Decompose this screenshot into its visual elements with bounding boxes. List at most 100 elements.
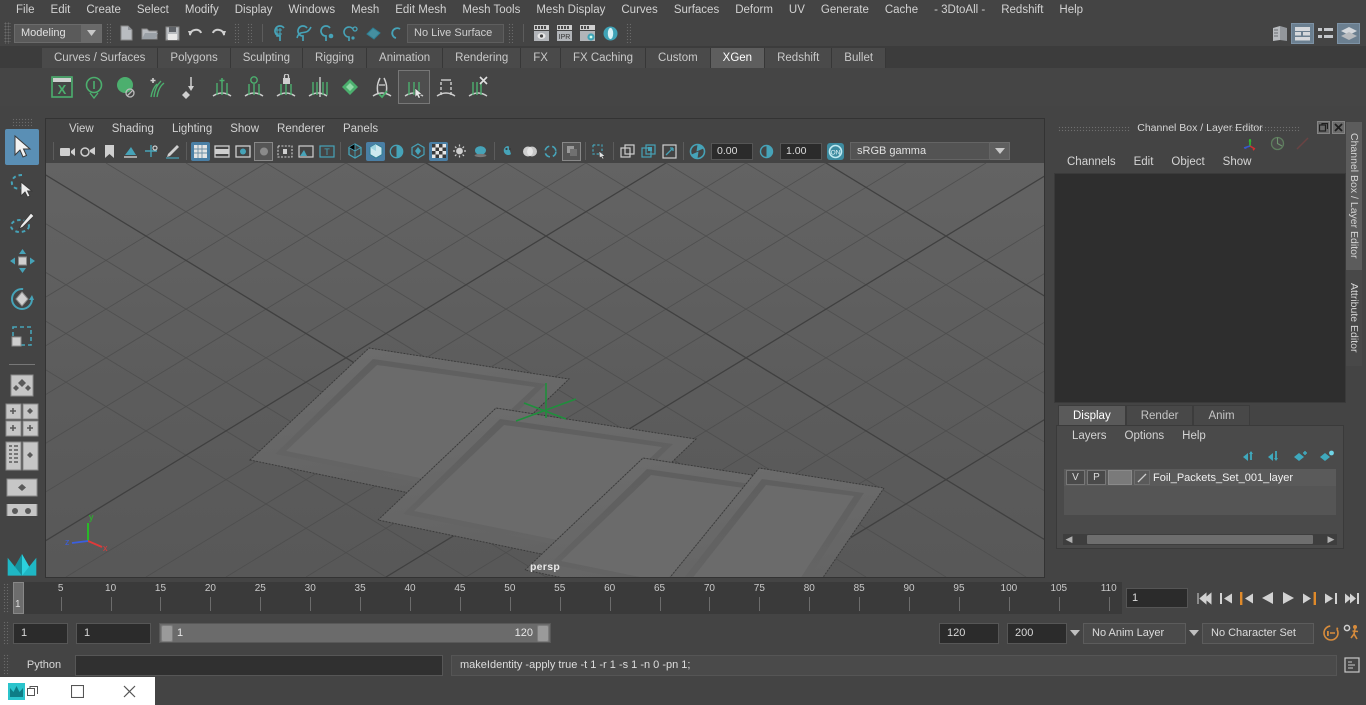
play-backwards-icon[interactable]	[1257, 587, 1278, 609]
snap-to-projected-center-icon[interactable]	[338, 23, 361, 44]
film-gate-icon[interactable]	[212, 142, 231, 161]
vertical-tab-channel-box[interactable]: Channel Box / Layer Editor	[1346, 122, 1362, 270]
tab-display[interactable]: Display	[1058, 405, 1126, 425]
shelf-tab-sculpting[interactable]: Sculpting	[230, 48, 304, 68]
screenshot-icon[interactable]	[660, 142, 679, 161]
motion-blur-icon[interactable]	[499, 142, 518, 161]
channel-box-toggle-icon[interactable]	[1337, 22, 1360, 44]
menu-create[interactable]: Create	[78, 0, 129, 20]
step-forward-key-icon[interactable]	[1299, 587, 1320, 609]
range-end-handle[interactable]	[537, 624, 549, 642]
menu-set-selector[interactable]: Modeling	[14, 23, 102, 43]
range-start-field[interactable]: 1	[76, 622, 151, 644]
grid-toggle-icon[interactable]	[191, 141, 210, 161]
snap-to-point-icon[interactable]	[315, 23, 338, 44]
persp-outliner-layout-icon[interactable]	[5, 402, 39, 438]
xgen-add-description-icon[interactable]	[142, 70, 174, 104]
hypershade-icon[interactable]	[599, 23, 622, 44]
viewport-menu-renderer[interactable]: Renderer	[268, 123, 334, 135]
2d-pan-zoom-icon[interactable]	[142, 142, 161, 161]
shaded-wireframe-icon[interactable]	[387, 142, 406, 161]
shelf-tab-fx[interactable]: FX	[521, 48, 561, 68]
scroll-left-icon[interactable]: ◀	[1063, 534, 1075, 545]
attribute-editor-toggle-icon[interactable]	[1314, 23, 1337, 44]
current-frame-field[interactable]: 1	[1126, 588, 1188, 608]
tab-anim[interactable]: Anim	[1193, 405, 1250, 425]
new-scene-icon[interactable]	[115, 23, 138, 44]
menu-windows[interactable]: Windows	[280, 0, 343, 20]
xgen-patch-icon[interactable]	[334, 70, 366, 104]
live-surface-field[interactable]: No Live Surface	[407, 23, 504, 43]
select-tool[interactable]	[5, 129, 39, 165]
channel-box-menu-channels[interactable]: Channels	[1058, 156, 1125, 168]
xray-joints-icon[interactable]	[618, 142, 637, 161]
viewport-menu-show[interactable]: Show	[221, 123, 268, 135]
anim-layer-select[interactable]: No Anim Layer	[1083, 622, 1186, 644]
scrollbar-thumb[interactable]	[1087, 535, 1313, 544]
scroll-right-icon[interactable]: ▶	[1325, 534, 1337, 545]
range-slider-grip[interactable]	[3, 621, 10, 645]
maximize-window-icon[interactable]	[52, 677, 104, 705]
time-slider-grip[interactable]	[3, 583, 10, 613]
menu-3dtoall[interactable]: - 3DtoAll -	[926, 0, 993, 20]
menu-modify[interactable]: Modify	[177, 0, 227, 20]
maya-app-icon[interactable]	[0, 677, 52, 705]
menu-surfaces[interactable]: Surfaces	[666, 0, 727, 20]
shelf-tab-custom[interactable]: Custom	[646, 48, 711, 68]
menu-mesh-tools[interactable]: Mesh Tools	[454, 0, 528, 20]
animation-start-field[interactable]: 1	[13, 622, 68, 644]
menu-edit-mesh[interactable]: Edit Mesh	[387, 0, 454, 20]
menu-file[interactable]: File	[8, 0, 43, 20]
toolbar-grip-4[interactable]	[508, 23, 513, 43]
color-management-toggle-icon[interactable]: ON	[826, 142, 845, 161]
panel-grip-right[interactable]	[1228, 126, 1300, 132]
snap-to-grid-icon[interactable]	[269, 23, 292, 44]
shelf-tab-bullet[interactable]: Bullet	[832, 48, 887, 68]
grease-pencil-icon[interactable]	[163, 142, 182, 161]
shelf-tab-redshift[interactable]: Redshift	[765, 48, 833, 68]
rotate-tool[interactable]	[5, 281, 39, 317]
textured-icon[interactable]	[408, 142, 427, 161]
channel-box-content[interactable]	[1054, 173, 1346, 403]
channel-box-menu-show[interactable]: Show	[1214, 156, 1261, 168]
panel-grip-left[interactable]	[1058, 126, 1130, 132]
animation-preferences-icon[interactable]	[1341, 622, 1362, 644]
toolbar-grip-5[interactable]	[626, 23, 631, 43]
time-slider-track[interactable]: 5 10 15 20 25 30 35 40 45 50 55 60 65 70…	[13, 582, 1122, 614]
make-live-icon[interactable]	[384, 23, 407, 44]
shaded-sphere-icon[interactable]	[1270, 136, 1285, 151]
outliner-icon[interactable]	[1268, 23, 1291, 44]
xgen-groom-add-icon[interactable]	[206, 70, 238, 104]
ipr-render-icon[interactable]: IPR	[553, 23, 576, 44]
step-back-key-icon[interactable]	[1236, 587, 1257, 609]
snap-to-view-plane-icon[interactable]	[361, 23, 384, 44]
create-layer-from-selected-icon[interactable]	[1319, 450, 1335, 462]
xgen-bake-icon[interactable]	[430, 70, 462, 104]
xgen-groom-lock-icon[interactable]	[270, 70, 302, 104]
auto-key-icon[interactable]	[1320, 622, 1341, 644]
render-current-frame-icon[interactable]	[530, 23, 553, 44]
layer-name[interactable]: Foil_Packets_Set_001_layer	[1153, 472, 1293, 484]
exposure-value[interactable]: 0.00	[711, 142, 753, 160]
menu-mesh-display[interactable]: Mesh Display	[528, 0, 613, 20]
layer-visibility-toggle[interactable]: V	[1066, 470, 1085, 485]
close-window-icon[interactable]	[104, 677, 156, 705]
redo-icon[interactable]	[207, 23, 230, 44]
table-row[interactable]: V P Foil_Packets_Set_001_layer	[1064, 469, 1336, 486]
gate-mask-icon[interactable]	[254, 141, 273, 161]
go-to-end-icon[interactable]	[1341, 587, 1362, 609]
isolate-select-icon[interactable]	[562, 141, 581, 161]
anim-layer-chevron-down-icon[interactable]	[1067, 623, 1083, 643]
xgen-groom-cut-icon[interactable]	[302, 70, 334, 104]
smooth-shade-icon[interactable]	[366, 141, 385, 161]
status-line-grip[interactable]	[4, 22, 11, 44]
screen-space-ao-icon[interactable]	[471, 142, 490, 161]
script-editor-icon[interactable]	[1341, 654, 1362, 676]
resolution-gate-icon[interactable]	[233, 142, 252, 161]
menu-mesh[interactable]: Mesh	[343, 0, 387, 20]
range-end-field[interactable]: 120	[939, 622, 999, 644]
xgen-groom-clump-icon[interactable]	[238, 70, 270, 104]
step-forward-frame-icon[interactable]	[1320, 587, 1341, 609]
shadows-icon[interactable]	[450, 142, 469, 161]
character-set-chevron-down-icon[interactable]	[1186, 623, 1202, 643]
